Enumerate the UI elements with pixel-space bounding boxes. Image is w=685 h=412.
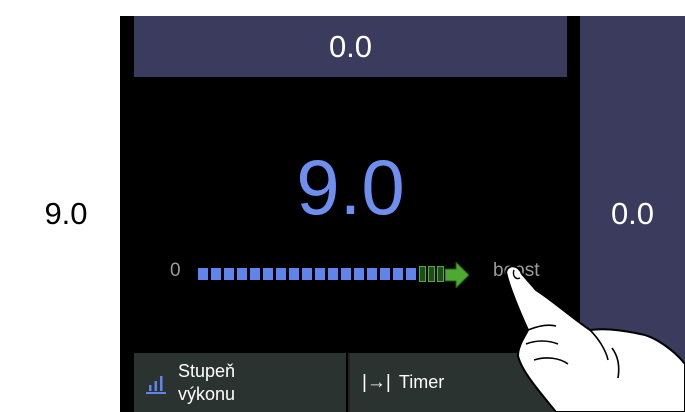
scale-min-label: 0 (170, 260, 181, 281)
left-zone-value: 9.0 (44, 196, 88, 231)
pointing-hand-icon (505, 265, 685, 412)
power-segment (315, 268, 325, 280)
power-segment (328, 268, 338, 280)
left-zone-button[interactable]: 9.0 (12, 16, 120, 412)
power-segment (289, 268, 299, 280)
power-segment (380, 268, 390, 280)
power-level-label-line1: Stupeň (178, 361, 236, 381)
power-level-display: 9.0 (296, 143, 405, 231)
power-segment (302, 268, 312, 280)
power-segment (406, 268, 416, 280)
power-segment (237, 268, 247, 280)
bar-chart-icon (146, 375, 166, 394)
top-zone-value: 0.0 (328, 28, 373, 64)
boost-segment (437, 266, 444, 282)
boost-segment (428, 266, 435, 282)
right-zone-value: 0.0 (610, 196, 655, 231)
power-level-button[interactable]: Stupeň výkonu (134, 353, 348, 412)
power-segment (367, 268, 377, 280)
top-zone-button[interactable]: 0.0 (134, 16, 567, 77)
power-segment (198, 268, 208, 280)
power-segment (341, 268, 351, 280)
power-level-slider[interactable] (198, 262, 469, 288)
power-segment (263, 268, 273, 280)
boost-arrow-icon (445, 262, 469, 288)
arrow-to-line-icon: |→| (362, 371, 391, 393)
power-segment (224, 268, 234, 280)
power-segment (393, 268, 403, 280)
power-segment (211, 268, 221, 280)
timer-button-label: Timer (398, 372, 445, 392)
power-level-button-label: Stupeň výkonu (178, 360, 235, 405)
power-level-label-line2: výkonu (178, 383, 236, 404)
power-segment (250, 268, 260, 280)
power-segment (276, 268, 286, 280)
power-segment (354, 268, 364, 280)
boost-segment (419, 266, 426, 282)
